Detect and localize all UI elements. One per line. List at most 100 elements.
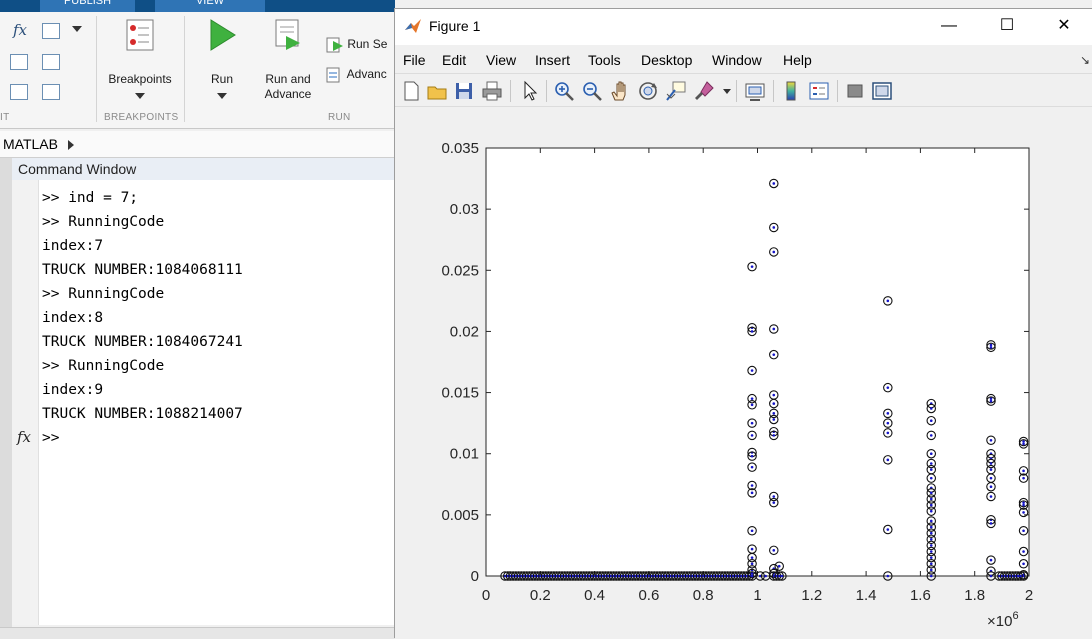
run-section-button[interactable]: Run Se xyxy=(326,37,387,53)
x-tick-label: 1.6 xyxy=(910,587,931,604)
point-dot xyxy=(929,503,933,507)
section-label-run: RUN xyxy=(328,112,351,123)
point-dot xyxy=(750,369,754,372)
advance-button[interactable]: Advanc xyxy=(326,67,387,83)
save-icon[interactable] xyxy=(453,80,475,102)
zoom-in-icon[interactable] xyxy=(553,80,575,102)
address-path[interactable]: MATLAB xyxy=(3,136,58,152)
toolbar-separator xyxy=(510,80,511,102)
tab-view[interactable]: VIEW xyxy=(155,0,265,12)
rotate-3d-icon[interactable] xyxy=(637,80,659,102)
point-dot xyxy=(929,476,933,480)
point-dot xyxy=(772,434,776,437)
point-dot xyxy=(989,462,993,465)
dock-arrow-icon[interactable]: ↘ xyxy=(1080,53,1090,67)
fx-function-icon[interactable]: fx xyxy=(10,20,30,40)
zoom-out-icon[interactable] xyxy=(581,80,603,102)
point-dot xyxy=(929,550,933,553)
brush-dropdown-icon[interactable] xyxy=(723,89,731,94)
point-dot xyxy=(1022,476,1025,480)
tab-publish[interactable]: PUBLISH xyxy=(40,0,135,12)
breakpoints-button[interactable]: Breakpoints xyxy=(100,18,180,99)
link-plot-icon[interactable] xyxy=(744,80,766,102)
outdent-icon[interactable] xyxy=(42,84,60,100)
dropdown-arrow-icon[interactable] xyxy=(72,26,82,32)
point-dot xyxy=(750,330,754,333)
point-dot xyxy=(780,574,784,578)
data-cursor-icon[interactable] xyxy=(665,80,687,102)
point-dot xyxy=(750,397,754,400)
pan-hand-icon[interactable] xyxy=(609,80,631,102)
chevron-down-icon xyxy=(135,93,145,99)
point-dot xyxy=(929,497,933,501)
open-file-icon[interactable] xyxy=(426,80,448,102)
command-line: >> ind = 7; xyxy=(42,190,139,206)
menu-desktop[interactable]: Desktop xyxy=(641,52,692,68)
run-button[interactable]: Run xyxy=(192,18,252,99)
point-dot xyxy=(989,468,993,471)
point-dot xyxy=(886,386,890,389)
axes-background[interactable] xyxy=(485,147,1030,577)
point-dot xyxy=(989,343,993,347)
run-and-advance-button[interactable]: Run and Advance xyxy=(257,18,319,102)
menu-insert[interactable]: Insert xyxy=(535,52,570,68)
point-dot xyxy=(929,568,933,572)
x-tick-label: 2 xyxy=(1025,587,1033,604)
address-bar[interactable]: MATLAB xyxy=(0,131,395,158)
point-dot xyxy=(929,407,933,410)
point-dot xyxy=(750,574,754,578)
uncomment-icon[interactable] xyxy=(42,54,60,70)
toolbar-separator xyxy=(546,80,547,102)
point-dot xyxy=(929,574,933,578)
point-dot xyxy=(1022,503,1025,507)
colorbar-icon[interactable] xyxy=(780,80,802,102)
print-icon[interactable] xyxy=(481,80,503,102)
y-tick-label: 0.035 xyxy=(441,140,479,157)
output-line: index:9 xyxy=(42,382,104,398)
point-dot xyxy=(750,403,754,407)
menu-edit[interactable]: Edit xyxy=(442,52,466,68)
hide-plot-tools-icon[interactable] xyxy=(844,80,866,102)
indent-icon[interactable] xyxy=(10,84,28,100)
run-section-label: Run Se xyxy=(347,37,388,52)
menu-help[interactable]: Help xyxy=(783,52,812,68)
figure-titlebar[interactable]: Figure 1 — ☐ ✕ xyxy=(395,9,1092,45)
point-dot xyxy=(929,519,933,523)
brush-icon[interactable] xyxy=(693,80,715,102)
point-dot xyxy=(772,549,776,552)
maximize-button[interactable]: ☐ xyxy=(978,9,1036,43)
comment-icon[interactable] xyxy=(10,54,28,70)
point-dot xyxy=(886,574,890,578)
menu-view[interactable]: View xyxy=(486,52,516,68)
advance-label: Advanc xyxy=(346,67,387,82)
select-arrow-icon[interactable] xyxy=(519,80,541,102)
run-icon xyxy=(210,19,236,51)
menu-file[interactable]: File xyxy=(403,52,426,68)
toolstrip: PUBLISH VIEW fx IT Breakpoints BREAKPOIN… xyxy=(0,0,395,129)
y-tick-label: 0.015 xyxy=(441,385,479,402)
insert-function-icon[interactable] xyxy=(42,23,60,39)
x-tick-label: 1.4 xyxy=(856,587,877,604)
x-exponent-power: 6 xyxy=(1012,610,1018,622)
menu-tools[interactable]: Tools xyxy=(588,52,621,68)
point-dot xyxy=(772,226,776,229)
close-button[interactable]: ✕ xyxy=(1035,9,1092,43)
menu-window[interactable]: Window xyxy=(712,52,762,68)
point-dot xyxy=(989,399,993,403)
point-dot xyxy=(929,538,933,541)
point-dot xyxy=(764,574,767,578)
x-exponent-base: ×10 xyxy=(987,613,1012,630)
new-figure-icon[interactable] xyxy=(400,80,422,102)
command-prompt[interactable]: >> xyxy=(42,430,59,446)
point-dot xyxy=(772,418,776,421)
chevron-right-icon[interactable] xyxy=(68,140,74,150)
minimize-button[interactable]: — xyxy=(920,9,978,43)
run-and-advance-icon xyxy=(275,19,300,50)
fx-function-browser-icon[interactable]: fx xyxy=(17,428,31,446)
plot-canvas[interactable]: 0 0.2 0.4 0.6 0.8 1 1.2 1.4 1.6 1.8 2 0 0.005 0.01 0.0… xyxy=(395,107,1092,639)
point-dot xyxy=(750,562,754,566)
show-plot-tools-icon[interactable] xyxy=(871,80,893,102)
point-dot xyxy=(750,484,754,487)
legend-icon[interactable] xyxy=(808,80,830,102)
x-tick-label: 0 xyxy=(482,587,490,604)
